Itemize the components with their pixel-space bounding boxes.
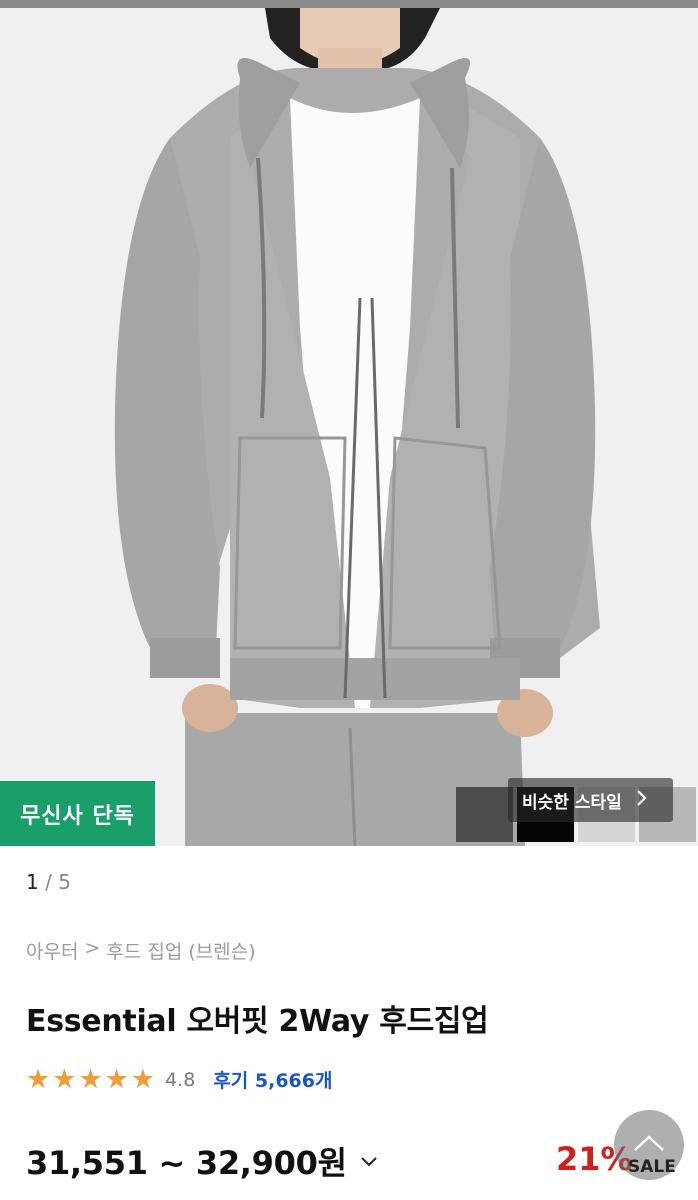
similar-style-label: 비슷한 스타일 (522, 792, 622, 813)
chevron-down-icon[interactable] (359, 1151, 379, 1171)
pager-current: 1 (26, 870, 39, 894)
breadcrumb-subcategory[interactable]: 후드 집업 (브렌슨) (106, 937, 255, 964)
rating-value: 4.8 (165, 1068, 196, 1091)
star-icon: ★ (104, 1064, 129, 1095)
star-rating: ★ ★ ★ ★ ★ (26, 1066, 155, 1093)
breadcrumb-category[interactable]: 아우터 (26, 937, 78, 964)
product-photo-hoodie (0, 8, 698, 846)
image-pager: 1 / 5 (26, 870, 71, 894)
product-image[interactable] (0, 8, 698, 846)
star-icon: ★ (26, 1064, 51, 1095)
breadcrumb-separator: > (84, 937, 101, 959)
similar-style-button[interactable]: 비슷한 스타일 (508, 778, 673, 822)
breadcrumb: 아우터 > 후드 집업 (브렌슨) (26, 937, 256, 964)
product-title: Essential 오버핏 2Way 후드집업 (26, 1004, 489, 1039)
pager-separator: / (45, 870, 52, 894)
reviews-link[interactable]: 후기 5,666개 (213, 1066, 332, 1093)
price-row[interactable]: 31,551 ~ 32,900원 (26, 1138, 379, 1184)
chevron-right-icon (636, 789, 648, 812)
pager-total: 5 (58, 870, 71, 894)
thumb-charcoal[interactable] (456, 787, 513, 842)
top-strip (0, 0, 698, 8)
price-range: 31,551 ~ 32,900원 (26, 1144, 347, 1182)
star-icon: ★ (78, 1064, 103, 1095)
sale-label: SALE (628, 1157, 676, 1177)
star-icon: ★ (52, 1064, 77, 1095)
star-icon: ★ (130, 1064, 156, 1095)
exclusive-badge: 무신사 단독 (0, 781, 155, 846)
rating-row: ★ ★ ★ ★ ★ 4.8 후기 5,666개 (26, 1066, 332, 1093)
chevron-up-icon (632, 1133, 666, 1157)
